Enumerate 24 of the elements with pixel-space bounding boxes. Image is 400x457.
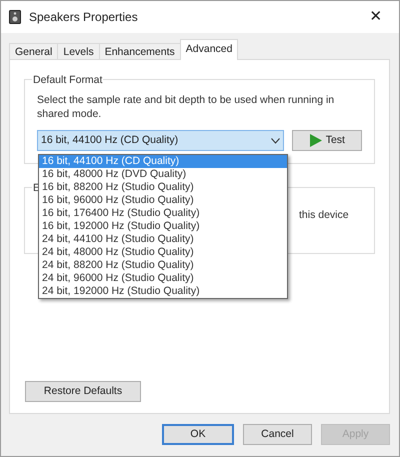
tab[interactable]: General: [9, 43, 58, 60]
close-button[interactable]: ✕: [353, 1, 399, 33]
dropdown-option[interactable]: 16 bit, 88200 Hz (Studio Quality): [39, 181, 287, 194]
dialog-button[interactable]: OK: [162, 424, 234, 445]
restore-defaults-button[interactable]: Restore Defaults: [25, 381, 141, 402]
dropdown-option[interactable]: 16 bit, 96000 Hz (Studio Quality): [39, 194, 287, 207]
play-icon: [308, 134, 322, 147]
window-title: Speakers Properties: [29, 9, 138, 26]
description-text: Select the sample rate and bit depth to be used when running in shared mode.: [37, 93, 336, 121]
tab[interactable]: Advanced: [180, 39, 238, 60]
dropdown-option[interactable]: 24 bit, 44100 Hz (Studio Quality): [39, 233, 287, 246]
dropdown-option[interactable]: 24 bit, 96000 Hz (Studio Quality): [39, 272, 287, 285]
test-button[interactable]: Test: [292, 130, 362, 151]
dropdown-option[interactable]: 24 bit, 88200 Hz (Studio Quality): [39, 259, 287, 272]
speaker-icon: [9, 10, 21, 24]
dropdown-option[interactable]: 16 bit, 176400 Hz (Studio Quality): [39, 207, 287, 220]
dropdown-option[interactable]: 16 bit, 192000 Hz (Studio Quality): [39, 220, 287, 233]
dropdown-option[interactable]: 16 bit, 48000 Hz (DVD Quality): [39, 168, 287, 181]
format-dropdown[interactable]: 16 bit, 44100 Hz (CD Quality): [37, 130, 284, 151]
dropdown-option[interactable]: 24 bit, 48000 Hz (Studio Quality): [39, 246, 287, 259]
dropdown-option[interactable]: 24 bit, 192000 Hz (Studio Quality): [39, 285, 287, 298]
device-text: this device: [299, 208, 350, 222]
chevron-icon: [270, 138, 280, 144]
dialog-button[interactable]: Cancel: [243, 424, 312, 445]
